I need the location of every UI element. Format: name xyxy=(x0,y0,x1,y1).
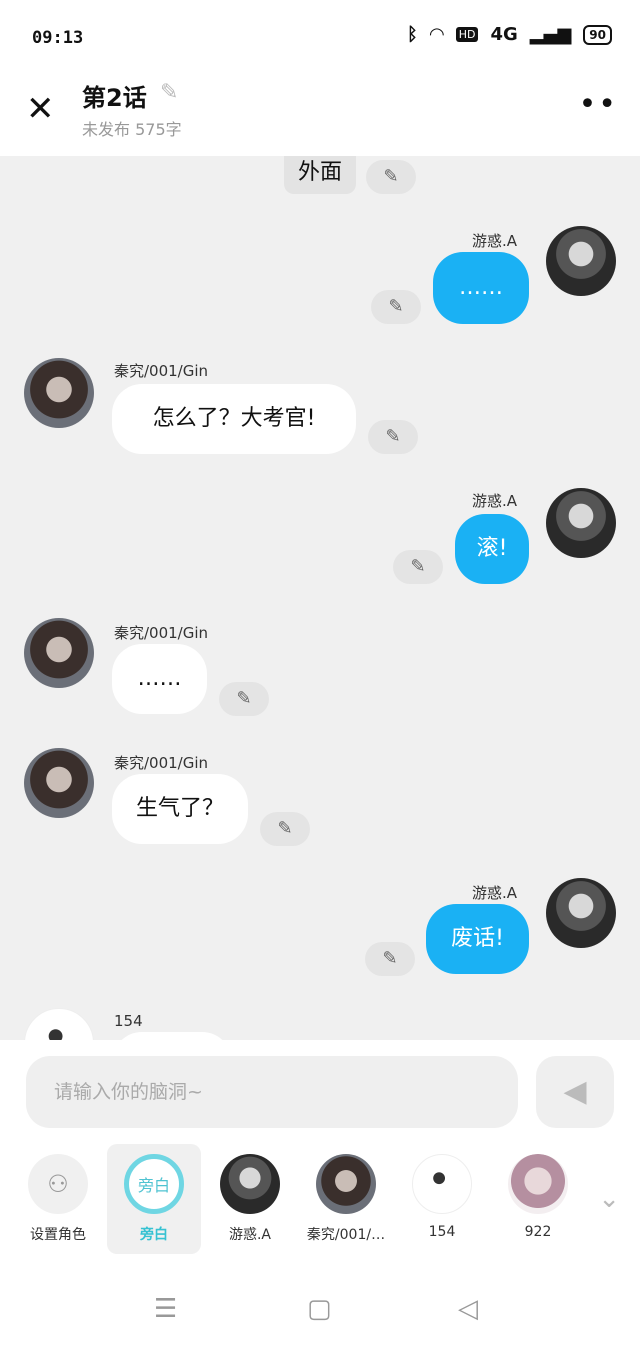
speaker-name: 秦究/001/Gin xyxy=(114,754,209,772)
speaker-name: 秦究/001/Gin xyxy=(114,624,209,642)
more-icon[interactable]: •• xyxy=(579,90,618,120)
battery-icon: 90 xyxy=(583,24,612,45)
system-nav-bar: ☰ ▢ ◁ xyxy=(0,1270,640,1351)
status-time: 09:13 xyxy=(32,28,84,48)
avatar[interactable] xyxy=(546,488,616,558)
message-bubble[interactable]: 滚! xyxy=(455,514,529,584)
role-label: 设置角色 xyxy=(30,1227,86,1243)
role-label: 秦究/001/… xyxy=(306,1227,386,1243)
role-item-set-role[interactable]: ⚇ 设置角色 xyxy=(11,1144,105,1254)
pencil-icon[interactable]: ✎ xyxy=(260,812,310,846)
avatar[interactable] xyxy=(546,878,616,948)
role-item[interactable]: 游惑.A xyxy=(203,1144,297,1254)
composer-panel: 请输入你的脑洞~ ◀ ⚇ 设置角色 旁白 旁白 游惑.A 秦究/001/… 15… xyxy=(0,1040,640,1270)
avatar xyxy=(412,1154,472,1214)
person-settings-icon: ⚇ xyxy=(28,1154,88,1214)
back-icon[interactable]: ◁ xyxy=(458,1294,478,1324)
message-bubble[interactable]: 生气了？ xyxy=(112,774,248,844)
message-bubble[interactable]: 废话! xyxy=(426,904,529,974)
role-item[interactable]: 秦究/001/… xyxy=(299,1144,393,1254)
narration-bubble[interactable]: 外面 xyxy=(284,156,356,194)
close-icon[interactable]: ✕ xyxy=(26,92,55,126)
speaker-name: 游惑.A xyxy=(472,232,518,250)
page-subtitle: 未发布 575字 xyxy=(82,120,182,139)
role-item[interactable]: 922 xyxy=(491,1144,585,1254)
message-bubble[interactable] xyxy=(112,1032,232,1040)
signal-icon: ▂▄▆ xyxy=(529,24,572,45)
speaker-name: 游惑.A xyxy=(472,884,518,902)
message-bubble[interactable]: …… xyxy=(112,644,207,714)
pencil-icon[interactable]: ✎ xyxy=(160,80,178,105)
avatar[interactable] xyxy=(24,618,94,688)
role-label: 154 xyxy=(428,1224,456,1240)
menu-icon[interactable]: ☰ xyxy=(154,1294,177,1324)
narrator-avatar: 旁白 xyxy=(124,1154,184,1214)
pencil-icon[interactable]: ✎ xyxy=(368,420,418,454)
role-label: 922 xyxy=(524,1224,552,1240)
status-bar: 09:13 ᛒ ◠ HD 4G ▂▄▆ 90 xyxy=(0,0,640,72)
chevron-down-icon[interactable]: ⌄ xyxy=(598,1184,620,1214)
avatar[interactable] xyxy=(24,748,94,818)
avatar xyxy=(220,1154,280,1214)
avatar[interactable] xyxy=(24,1008,94,1040)
header: ✕ 第2话 ✎ 未发布 575字 •• xyxy=(0,72,640,156)
bluetooth-icon: ᛒ xyxy=(407,24,418,45)
message-bubble[interactable]: …… xyxy=(433,252,529,324)
avatar[interactable] xyxy=(546,226,616,296)
speaker-name: 秦究/001/Gin xyxy=(114,362,209,380)
message-bubble[interactable]: 怎么了？大考官! xyxy=(112,384,356,454)
avatar[interactable] xyxy=(24,358,94,428)
role-item[interactable]: 154 xyxy=(395,1144,489,1254)
pencil-icon[interactable]: ✎ xyxy=(219,682,269,716)
message-input[interactable]: 请输入你的脑洞~ xyxy=(26,1056,518,1128)
role-selector: ⚇ 设置角色 旁白 旁白 游惑.A 秦究/001/… 154 922 ⌄ xyxy=(0,1144,640,1254)
wifi-icon: ◠ xyxy=(429,24,444,45)
role-label: 旁白 xyxy=(140,1227,168,1243)
network-label: 4G xyxy=(490,24,518,45)
avatar xyxy=(508,1154,568,1214)
avatar xyxy=(316,1154,376,1214)
hd-badge: HD xyxy=(455,27,479,42)
pencil-icon[interactable]: ✎ xyxy=(393,550,443,584)
pencil-icon[interactable]: ✎ xyxy=(371,290,421,324)
send-icon[interactable]: ◀ xyxy=(536,1056,614,1128)
role-item-narrator[interactable]: 旁白 旁白 xyxy=(107,1144,201,1254)
role-label: 游惑.A xyxy=(228,1227,272,1243)
page-title: 第2话 xyxy=(82,84,147,112)
pencil-icon[interactable]: ✎ xyxy=(365,942,415,976)
speaker-name: 游惑.A xyxy=(472,492,518,510)
speaker-name: 154 xyxy=(114,1012,143,1030)
pencil-icon[interactable]: ✎ xyxy=(366,160,416,194)
home-icon[interactable]: ▢ xyxy=(307,1294,332,1324)
status-icons: ᛒ ◠ HD 4G ▂▄▆ 90 xyxy=(407,24,612,45)
chat-area[interactable]: 外面 ✎ 游惑.A …… ✎ 秦究/001/Gin 怎么了？大考官! ✎ 游惑.… xyxy=(0,156,640,1040)
